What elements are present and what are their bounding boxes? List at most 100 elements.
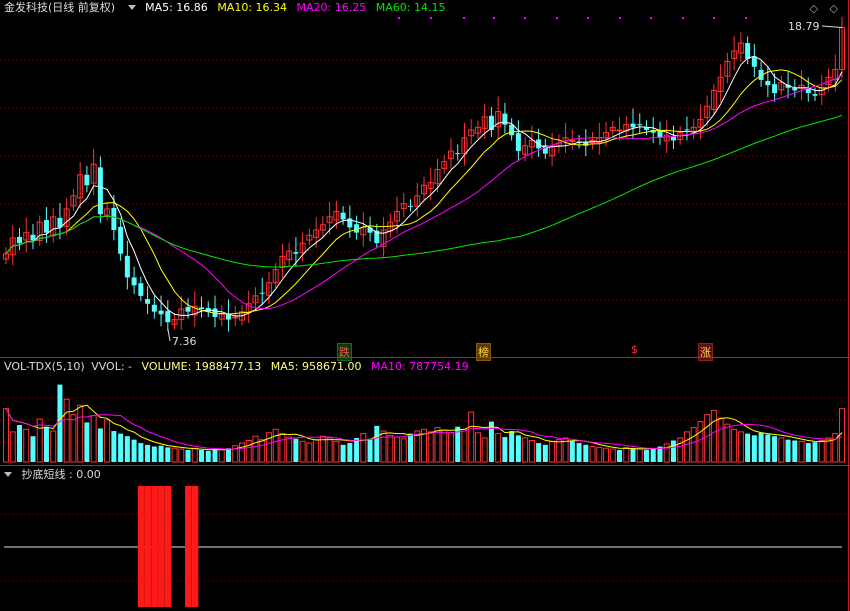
volume-bar <box>16 425 22 462</box>
volume-bar <box>785 439 791 462</box>
volume-bar <box>643 449 649 462</box>
signal-dot <box>745 17 747 19</box>
volume-bar <box>805 443 811 462</box>
volume-bar <box>670 440 676 462</box>
candle-body <box>232 316 239 319</box>
right-border <box>848 0 849 611</box>
volume-bar <box>118 433 124 462</box>
volume-bar <box>97 428 103 462</box>
volume-bar <box>427 431 434 463</box>
volume-bar <box>279 433 286 463</box>
volume-bar <box>441 429 448 463</box>
volume-bar <box>347 443 353 462</box>
signal-bar <box>137 486 145 607</box>
volume-bar <box>792 440 798 462</box>
signal-bar <box>191 486 199 607</box>
volume-bar <box>50 430 57 463</box>
volume-bar <box>751 435 757 462</box>
volume-bar <box>636 448 643 463</box>
volume-bar <box>171 447 178 463</box>
volume-bar <box>502 437 508 462</box>
volume-bar <box>623 446 630 463</box>
signal-dot <box>650 17 652 19</box>
indicator-panel[interactable]: 抄底短线 : 0.00 <box>0 466 850 611</box>
volume-bar <box>509 431 515 462</box>
volume-bar <box>178 448 185 463</box>
volume-bar <box>717 417 724 463</box>
volume-bar <box>225 448 231 462</box>
candle-body <box>131 277 137 286</box>
volume-bar <box>603 447 610 463</box>
window-controls[interactable]: ◇ ◇ <box>810 2 842 15</box>
volume-bar <box>812 442 818 462</box>
candle-body <box>185 306 191 312</box>
volume-bar <box>354 437 360 462</box>
volume-bar <box>138 443 144 462</box>
volume-bar <box>576 443 582 462</box>
volume-bar <box>191 447 198 463</box>
volume-bar <box>23 428 30 463</box>
candle-body <box>158 310 164 315</box>
vol-ma10-label: MA10: 787754.19 <box>370 360 469 373</box>
candle-body <box>138 283 144 296</box>
volume-bar <box>272 428 279 463</box>
candle-body <box>145 299 151 304</box>
candle-body <box>616 129 623 132</box>
signal-bar <box>151 486 158 607</box>
indicator-chart[interactable] <box>0 466 850 611</box>
volume-bar <box>549 440 556 463</box>
stock-title: 金发科技(日线 前复权) <box>4 1 116 14</box>
volume-bar <box>569 440 575 462</box>
signal-dot <box>398 17 400 19</box>
signal-bar <box>164 486 172 607</box>
volume-bar <box>111 431 117 462</box>
volume-bar <box>238 442 245 463</box>
volume-bar <box>400 438 407 463</box>
chevron-down-icon[interactable] <box>127 5 136 10</box>
signal-dot <box>463 17 465 19</box>
price-panel[interactable]: 金发科技(日线 前复权) MA5: 16.86 MA10: 16.34 MA20… <box>0 0 850 361</box>
volume-bar <box>447 432 454 463</box>
volume-bar <box>158 445 164 462</box>
high-price-label: 18.79 <box>788 20 820 33</box>
volume-bar <box>555 439 562 463</box>
signal-dot <box>682 17 684 19</box>
signal-dot <box>587 17 589 19</box>
candle-body <box>637 124 643 126</box>
volume-bar <box>265 432 272 463</box>
volume-bar <box>313 439 320 463</box>
volume-bar <box>408 433 414 462</box>
volume-bar <box>340 444 346 462</box>
candle-body <box>111 207 117 231</box>
volume-bar <box>306 442 313 463</box>
candle-body <box>772 84 778 94</box>
volume-bar <box>293 438 299 462</box>
candle-body <box>745 43 751 59</box>
signal-dot <box>713 17 715 19</box>
volume-bar <box>724 423 731 463</box>
volume-bar <box>90 415 97 463</box>
candle-body <box>16 236 22 244</box>
volume-bar <box>3 408 9 463</box>
volume-bar <box>495 433 502 463</box>
volume-bar <box>286 436 293 463</box>
signal-bar <box>144 486 152 607</box>
volume-bar <box>704 414 711 463</box>
volume-bar <box>818 440 825 463</box>
price-chart[interactable] <box>0 0 850 356</box>
volume-bar <box>326 437 333 463</box>
chevron-down-icon[interactable] <box>4 472 12 477</box>
candle-body <box>199 307 205 310</box>
candle-body <box>84 174 90 186</box>
volume-bar <box>536 443 542 462</box>
candle-body <box>151 304 157 312</box>
candle-body <box>569 140 576 142</box>
volume-bar <box>77 404 84 463</box>
vvol-label: VVOL: - <box>91 360 133 373</box>
marker-dollar[interactable]: $ <box>630 343 639 356</box>
price-header: 金发科技(日线 前复权) MA5: 16.86 MA10: 16.34 MA20… <box>4 1 451 15</box>
volume-header: VOL-TDX(5,10) VVOL: - VOLUME: 1988477.13… <box>4 360 475 374</box>
volume-panel[interactable]: VOL-TDX(5,10) VVOL: - VOLUME: 1988477.13… <box>0 358 850 464</box>
volume-bar <box>151 446 157 462</box>
signal-bar <box>158 486 165 607</box>
